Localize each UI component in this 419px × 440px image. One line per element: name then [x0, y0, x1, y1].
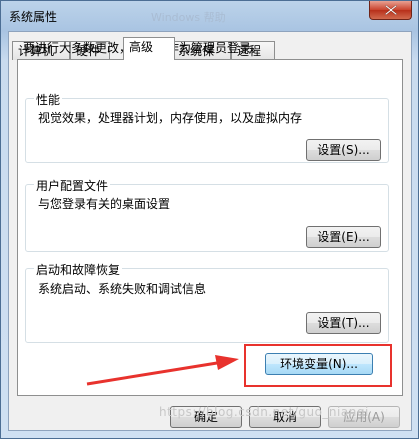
system-properties-window: 系统属性 Windows 帮助 计算机名 硬件 高级 系统保护 远程 要进行大多…	[0, 0, 419, 439]
tab-advanced[interactable]: 高级	[123, 37, 175, 60]
watermark-text: https://blog.csdn.net/guo_nianqi	[159, 405, 369, 419]
annotation-arrow-icon	[86, 355, 239, 386]
